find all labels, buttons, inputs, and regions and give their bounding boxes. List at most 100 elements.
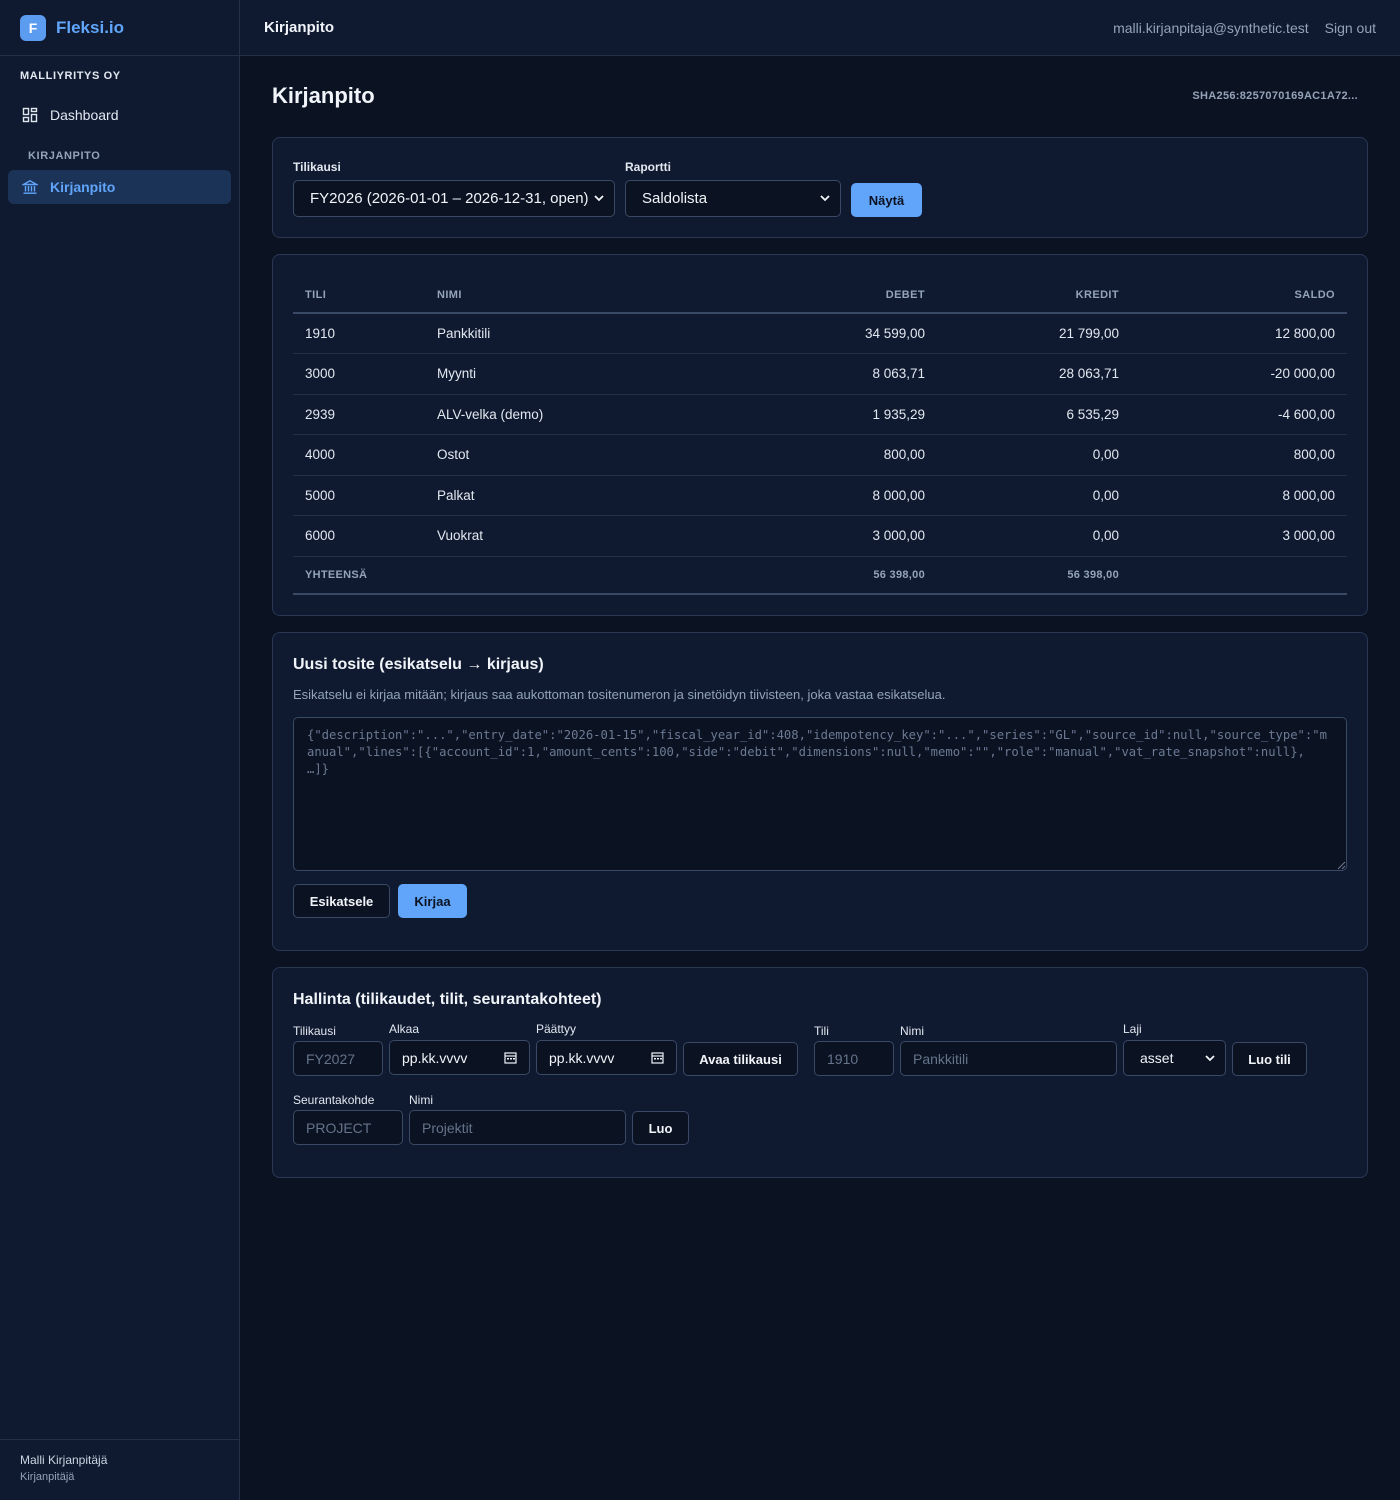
debit-amount: 3 000,00 [655, 515, 937, 557]
debit-amount: 800,00 [655, 434, 937, 476]
column-header: DEBET [655, 277, 937, 314]
new-voucher-card: Uusi tosite (esikatselu → kirjaus) Esika… [272, 632, 1368, 951]
total-debit: 56 398,00 [655, 556, 937, 595]
table-row: 5000 Palkat 8 000,00 0,00 8 000,00 [293, 475, 1347, 516]
column-header: KREDIT [937, 277, 1131, 314]
brand[interactable]: F Fleksi.io [0, 0, 239, 56]
dimension-name-input[interactable]: Projektit [409, 1110, 626, 1145]
voucher-json-textarea[interactable]: {"description":"...","entry_date":"2026-… [293, 717, 1347, 871]
fiscal-year-select[interactable]: FY2026 (2026-01-01 – 2026-12-31, open) [293, 180, 615, 217]
account-name: Pankkitili [425, 313, 655, 354]
voucher-title: Uusi tosite (esikatselu → kirjaus) [293, 656, 544, 673]
account-name: Myynti [425, 353, 655, 395]
balance-table: TILI NIMI DEBET KREDIT SALDO 1910 Pankki… [293, 277, 1347, 595]
balance-amount: 12 800,00 [1131, 313, 1347, 354]
account-number: 1910 [293, 313, 425, 354]
sidebar-item-label: Kirjanpito [50, 179, 116, 195]
account-name-input[interactable]: Pankkitili [900, 1041, 1117, 1076]
bank-icon [22, 179, 38, 195]
sidebar: F Fleksi.io MALLIYRITYS OY Dashboard KIR… [0, 0, 240, 1500]
create-dimension-button[interactable]: Luo [632, 1111, 689, 1145]
company-name: MALLIYRITYS OY [20, 70, 121, 82]
column-header: SALDO [1131, 277, 1347, 314]
report-value: Saldolista [642, 190, 708, 207]
admin-title: Hallinta (tilikaudet, tilit, seurantakoh… [293, 991, 602, 1008]
user-name: Malli Kirjanpitäjä [20, 1453, 108, 1467]
main-content: Kirjanpito SHA256:8257070169AC1A72... Ti… [272, 56, 1368, 1178]
credit-amount: 21 799,00 [937, 313, 1131, 354]
post-button[interactable]: Kirjaa [398, 884, 467, 918]
account-number-label: Tili [814, 1024, 829, 1038]
debit-amount: 8 063,71 [655, 353, 937, 395]
dimension-label: Seurantakohde [293, 1093, 375, 1107]
show-report-button[interactable]: Näytä [851, 183, 922, 217]
brand-logo: F [20, 14, 46, 41]
start-date-input[interactable]: pp.kk.vvvv [389, 1040, 530, 1075]
total-label: YHTEENSÄ [293, 556, 425, 595]
debit-amount: 34 599,00 [655, 313, 937, 354]
fiscal-year-input[interactable]: FY2027 [293, 1041, 383, 1076]
table-header-row: TILI NIMI DEBET KREDIT SALDO [293, 277, 1347, 314]
credit-amount: 28 063,71 [937, 353, 1131, 395]
total-spacer [425, 556, 655, 595]
calendar-icon[interactable] [504, 1051, 517, 1064]
total-spacer [1131, 556, 1347, 595]
account-number: 3000 [293, 353, 425, 395]
dashboard-icon [22, 107, 38, 123]
credit-amount: 0,00 [937, 434, 1131, 476]
fiscal-year-label: Tilikausi [293, 160, 341, 174]
report-filter-card: Tilikausi FY2026 (2026-01-01 – 2026-12-3… [272, 137, 1368, 238]
table-total-row: YHTEENSÄ 56 398,00 56 398,00 [293, 556, 1347, 595]
calendar-icon[interactable] [651, 1051, 664, 1064]
user-role: Kirjanpitäjä [20, 1471, 75, 1483]
start-date-value: pp.kk.vvvv [402, 1049, 468, 1066]
balance-amount: -20 000,00 [1131, 353, 1347, 395]
end-date-input[interactable]: pp.kk.vvvv [536, 1040, 677, 1075]
credit-amount: 0,00 [937, 515, 1131, 557]
preview-button[interactable]: Esikatsele [293, 884, 390, 918]
credit-amount: 6 535,29 [937, 394, 1131, 435]
admin-card: Hallinta (tilikaudet, tilit, seurantakoh… [272, 967, 1368, 1178]
nav-section-label: KIRJANPITO [28, 150, 101, 162]
brand-name: Fleksi.io [56, 17, 125, 37]
table-row: 3000 Myynti 8 063,71 28 063,71 -20 000,0… [293, 353, 1347, 395]
start-date-label: Alkaa [389, 1022, 420, 1036]
fiscal-year-value: FY2026 (2026-01-01 – 2026-12-31, open) [310, 190, 589, 207]
dimension-code-input[interactable]: PROJECT [293, 1110, 403, 1145]
open-fiscal-year-button[interactable]: Avaa tilikausi [683, 1042, 798, 1076]
end-date-value: pp.kk.vvvv [549, 1049, 615, 1066]
account-name: Palkat [425, 475, 655, 516]
balance-amount: 800,00 [1131, 434, 1347, 476]
user-email: malli.kirjanpitaja@synthetic.test [1113, 19, 1309, 36]
account-type-value: asset [1140, 1050, 1174, 1066]
table-row: 6000 Vuokrat 3 000,00 0,00 3 000,00 [293, 515, 1347, 557]
resize-handle-icon[interactable] [1337, 861, 1346, 870]
report-select[interactable]: Saldolista [625, 180, 841, 217]
sidebar-item-dashboard[interactable]: Dashboard [8, 98, 231, 132]
account-type-label: Laji [1123, 1022, 1142, 1036]
balance-amount: 8 000,00 [1131, 475, 1347, 516]
chevron-down-icon [820, 195, 830, 202]
account-type-select[interactable]: asset [1123, 1040, 1226, 1076]
account-name: Vuokrat [425, 515, 655, 557]
table-row: 4000 Ostot 800,00 0,00 800,00 [293, 434, 1347, 476]
account-number: 5000 [293, 475, 425, 516]
ledger-hash: SHA256:8257070169AC1A72... [1192, 90, 1358, 102]
total-credit: 56 398,00 [937, 556, 1131, 595]
debit-amount: 8 000,00 [655, 475, 937, 516]
report-label: Raportti [625, 160, 671, 174]
column-header: NIMI [425, 277, 655, 314]
account-number: 2939 [293, 394, 425, 435]
sign-out-link[interactable]: Sign out [1325, 20, 1376, 36]
account-number: 6000 [293, 515, 425, 557]
topbar: Kirjanpito malli.kirjanpitaja@synthetic.… [240, 0, 1400, 56]
column-header: TILI [293, 277, 425, 314]
sidebar-item-kirjanpito[interactable]: Kirjanpito [8, 170, 231, 204]
table-row: 2939 ALV-velka (demo) 1 935,29 6 535,29 … [293, 394, 1347, 435]
account-name: Ostot [425, 434, 655, 476]
account-number-input[interactable]: 1910 [814, 1041, 894, 1076]
create-account-button[interactable]: Luo tili [1232, 1042, 1307, 1076]
fiscal-year-label: Tilikausi [293, 1024, 336, 1038]
user-info: Malli Kirjanpitäjä Kirjanpitäjä [0, 1439, 239, 1500]
chevron-down-icon [1205, 1055, 1215, 1062]
